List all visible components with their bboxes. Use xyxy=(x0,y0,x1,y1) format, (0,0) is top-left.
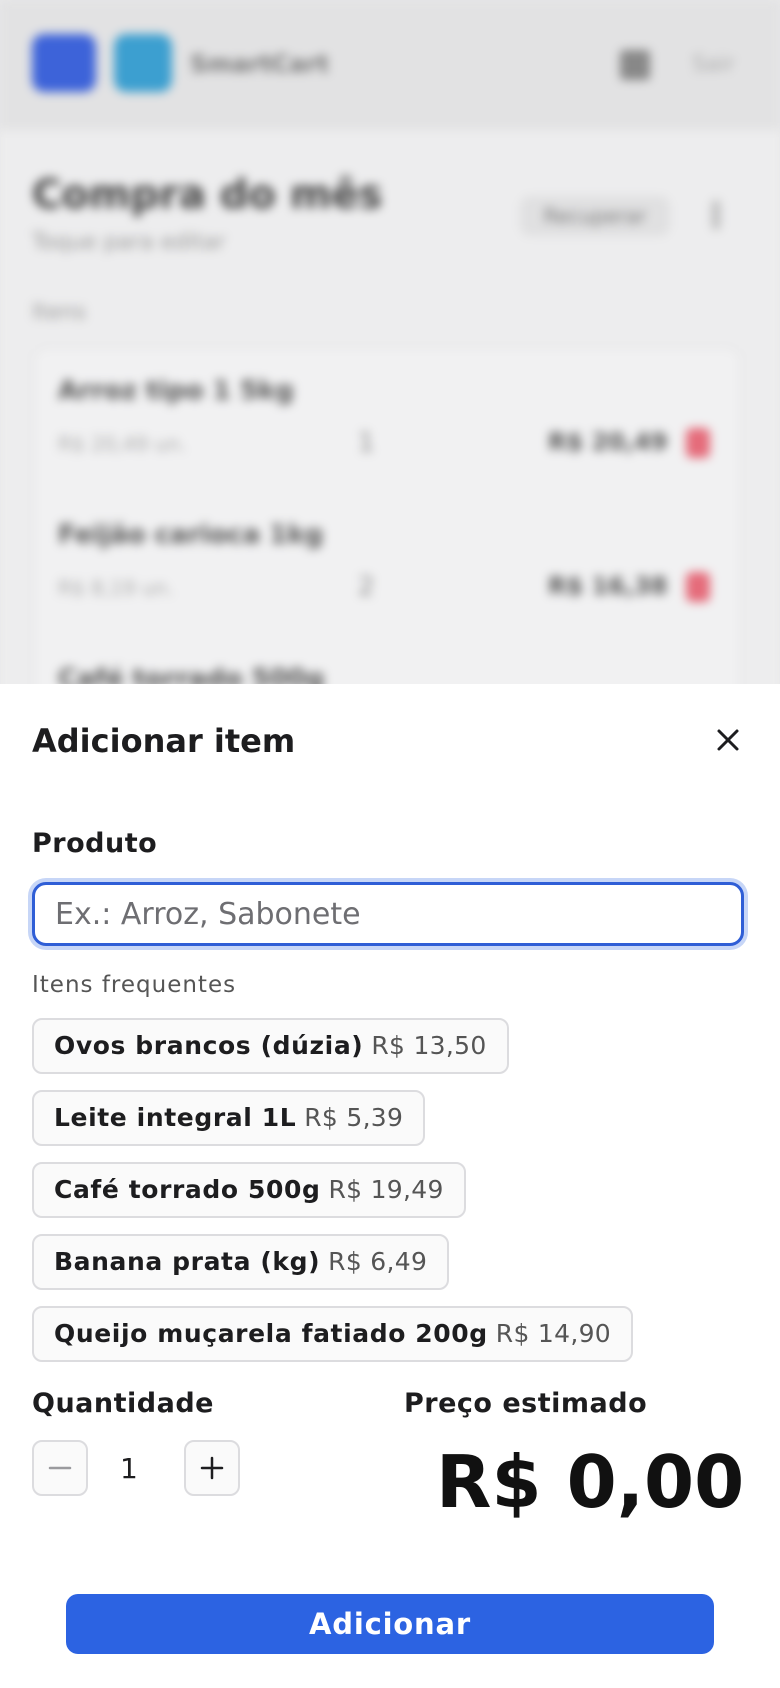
frequent-item-chip[interactable]: Leite integral 1L R$ 5,39 xyxy=(32,1090,426,1146)
add-item-button[interactable]: Adicionar xyxy=(66,1594,714,1654)
decrease-quantity-button[interactable] xyxy=(32,1440,88,1496)
page-subtitle: Toque para editar xyxy=(32,230,226,255)
brand-name: SmartCart xyxy=(190,50,329,78)
cart-icon xyxy=(114,34,172,92)
more-options-icon xyxy=(712,200,720,230)
grid-icon xyxy=(620,50,650,80)
quantity-value: 1 xyxy=(120,1452,138,1485)
trash-icon xyxy=(686,428,710,458)
list-item: Arroz tipo 1 5kg R$ 20,49 un. 1 R$ 20,49 xyxy=(58,376,718,496)
estimated-price-value: R$ 0,00 xyxy=(436,1440,745,1524)
product-label: Produto xyxy=(32,828,158,859)
sheet-title: Adicionar item xyxy=(32,722,296,760)
close-icon xyxy=(717,729,739,751)
plus-icon xyxy=(200,1456,224,1480)
frequent-item-chip[interactable]: Queijo muçarela fatiado 200g R$ 14,90 xyxy=(32,1306,633,1362)
increase-quantity-button[interactable] xyxy=(184,1440,240,1496)
logout-link: Sair xyxy=(692,52,735,77)
frequent-item-chip[interactable]: Café torrado 500g R$ 19,49 xyxy=(32,1162,466,1218)
section-label: Itens xyxy=(32,300,87,325)
estimated-price-label: Preço estimado xyxy=(404,1388,648,1419)
trash-icon xyxy=(686,572,710,602)
frequent-item-chip[interactable]: Ovos brancos (dúzia) R$ 13,50 xyxy=(32,1018,509,1074)
frequent-item-chip[interactable]: Banana prata (kg) R$ 6,49 xyxy=(32,1234,450,1290)
frequent-items-label: Itens frequentes xyxy=(32,972,237,998)
items-card: Arroz tipo 1 5kg R$ 20,49 un. 1 R$ 20,49… xyxy=(32,346,742,700)
list-item: Feijão carioca 1kg R$ 8,19 un. 2 R$ 16,3… xyxy=(58,520,718,640)
minus-icon xyxy=(48,1466,72,1470)
product-input[interactable] xyxy=(32,882,744,946)
page-title: Compra do mês xyxy=(32,172,383,218)
frequent-items-list: Ovos brancos (dúzia) R$ 13,50 Leite integ… xyxy=(32,1018,633,1378)
close-button[interactable] xyxy=(706,718,750,762)
quantity-label: Quantidade xyxy=(32,1388,214,1419)
background-page: SmartCart Sair Compra do mês Toque para … xyxy=(0,0,780,700)
add-item-sheet: Adicionar item Produto Itens frequentes … xyxy=(0,684,780,1688)
logo-icon xyxy=(32,34,96,92)
recover-button: Recuperar xyxy=(520,196,670,236)
